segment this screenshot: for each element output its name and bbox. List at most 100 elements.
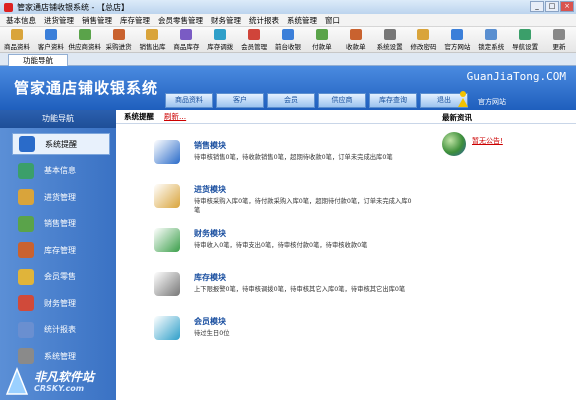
menu-item-5[interactable]: 财务管理 [207, 15, 245, 26]
sidebar-title: 功能导航 [0, 110, 116, 128]
sidebar-item-label: 系统管理 [44, 351, 76, 361]
system-title: 管家通店铺收银系统 [14, 79, 159, 97]
toolbar-icon [78, 29, 91, 40]
sidebar-item-label: 基本信息 [44, 166, 76, 175]
toolbar-label: 销售出库 [139, 43, 166, 51]
news-box: 暂无公告! [442, 132, 503, 156]
refresh-link[interactable]: 刷新... [164, 111, 186, 122]
header-tab-3[interactable]: 供应商 [318, 93, 366, 108]
app-icon [4, 2, 13, 12]
site-url: GuanJiaTong.COM [466, 70, 566, 83]
toolbar-label: 供应商资料 [68, 43, 101, 51]
menu-item-1[interactable]: 进货管理 [40, 15, 78, 26]
sidebar-icon [18, 321, 34, 338]
sidebar-item-label: 销售管理 [44, 219, 76, 228]
sidebar-item-label: 会员零售 [44, 272, 76, 281]
header-tab-1[interactable]: 客户 [216, 93, 264, 108]
toolbar-label: 采购进货 [105, 43, 132, 51]
toolbar-button-5[interactable]: 商品库存 [169, 27, 203, 52]
header-nav: 商品资料 客户 会员 供应商 库存查询 退出 [165, 93, 468, 108]
toolbar-button-8[interactable]: 前台收银 [271, 27, 305, 52]
main-header: 系统提醒 刷新... [116, 110, 576, 124]
person-icon[interactable] [456, 90, 470, 108]
toolbar-label: 会员管理 [241, 43, 268, 51]
menu-item-0[interactable]: 基本信息 [2, 15, 40, 26]
toolbar-button-2[interactable]: 供应商资料 [68, 27, 102, 52]
globe-icon [442, 132, 466, 156]
module-title[interactable]: 库存模块 [194, 272, 226, 283]
toolbar-button-11[interactable]: 系统设置 [373, 27, 407, 52]
toolbar-icon [315, 29, 328, 40]
toolbar-button-0[interactable]: 商品资料 [0, 27, 34, 52]
toolbar-button-7[interactable]: 会员管理 [237, 27, 271, 52]
toolbar-button-12[interactable]: 修改密码 [407, 27, 441, 52]
toolbar-label: 导航设置 [512, 43, 539, 51]
sidebar-item-0[interactable]: 系统提醒 [12, 133, 110, 155]
header-tab-2[interactable]: 会员 [267, 93, 315, 108]
watermark-logo-icon [5, 366, 29, 395]
sidebar-item-8[interactable]: 系统管理 [12, 345, 110, 367]
sidebar-item-label: 库存管理 [44, 245, 76, 255]
sidebar-icon [18, 162, 34, 179]
toolbar-button-15[interactable]: 导航设置 [508, 27, 542, 52]
module-line: 待审核销售0笔，待收款销售0笔，超期待收款0笔，订单未完成出库0笔 [194, 154, 393, 161]
minimize-button[interactable]: _ [530, 1, 544, 12]
menu-item-7[interactable]: 系统管理 [283, 15, 321, 26]
window-title: 管家通店铺收银系统 - 【总店】 [17, 2, 129, 12]
toolbar-icon [146, 29, 159, 40]
toolbar-button-6[interactable]: 库存调拨 [203, 27, 237, 52]
members-icon [154, 316, 180, 340]
toolbar-label: 商品资料 [3, 43, 30, 51]
official-site-link[interactable]: 官方网站 [478, 97, 506, 107]
toolbar-button-3[interactable]: 采购进货 [102, 27, 136, 52]
menu-item-4[interactable]: 会员零售管理 [154, 15, 207, 26]
module-title[interactable]: 销售模块 [194, 140, 226, 151]
sidebar-icon [18, 242, 34, 258]
notice-link[interactable]: 暂无公告! [472, 136, 503, 146]
sidebar-item-2[interactable]: 进货管理 [12, 186, 110, 208]
sidebar-item-3[interactable]: 销售管理 [12, 213, 110, 235]
book-icon [154, 140, 180, 164]
toolbar-button-4[interactable]: 销售出库 [136, 27, 170, 52]
toolbar-label: 前台收银 [274, 43, 301, 51]
menu-item-8[interactable]: 窗口 [321, 15, 344, 26]
toolbar-icon [180, 29, 193, 40]
module-title[interactable]: 财务模块 [194, 228, 226, 239]
module-title[interactable]: 会员模块 [194, 316, 226, 327]
sidebar-item-7[interactable]: 统计报表 [12, 319, 110, 341]
tab-function-nav[interactable]: 功能导航 [8, 54, 68, 66]
sidebar-item-5[interactable]: 会员零售 [12, 266, 110, 288]
menu-item-6[interactable]: 统计报表 [245, 15, 283, 26]
sidebar-item-label: 进货管理 [44, 192, 76, 202]
toolbar-label: 更新 [552, 43, 566, 51]
module-line: 上下限报警0笔，待审核调拨0笔，待审核其它入库0笔，待审核其它出库0笔 [194, 286, 406, 293]
toolbar-icon [383, 29, 396, 40]
toolbar-button-9[interactable]: 付款单 [305, 27, 339, 52]
toolbar-button-10[interactable]: 收款单 [339, 27, 373, 52]
toolbar-button-14[interactable]: 锁定系统 [474, 27, 508, 52]
sidebar-item-4[interactable]: 库存管理 [12, 239, 110, 261]
sidebar-item-6[interactable]: 财务管理 [12, 292, 110, 314]
sidebar-icon [18, 189, 34, 205]
module-line: 待审核采购入库0笔，待付款采购入库0笔，超期待付款0笔，订单未完成入库0 [194, 198, 412, 205]
close-button[interactable]: × [560, 1, 574, 12]
menu-item-3[interactable]: 库存管理 [116, 15, 154, 26]
header-tab-0[interactable]: 商品资料 [165, 93, 213, 108]
menu-item-2[interactable]: 销售管理 [78, 15, 116, 26]
toolbar-label: 收款单 [345, 43, 366, 51]
header-tab-4[interactable]: 库存查询 [369, 93, 417, 108]
title-bar: 管家通店铺收银系统 - 【总店】 _ □ × [0, 0, 576, 14]
module-title[interactable]: 进货模块 [194, 184, 226, 195]
main-panel: 系统提醒 刷新... 最新资讯 销售模块 待审核销售0笔，待收款销售0笔，超期待收… [116, 110, 576, 400]
module-line: 笔 [194, 207, 201, 214]
toolbar-button-1[interactable]: 客户资料 [34, 27, 68, 52]
toolbar-icon [417, 29, 430, 40]
toolbar-icon [451, 29, 464, 40]
sidebar-item-1[interactable]: 基本信息 [12, 160, 110, 182]
toolbar-button-13[interactable]: 官方网站 [440, 27, 474, 52]
maximize-button[interactable]: □ [545, 1, 559, 12]
toolbar-icon [112, 29, 125, 40]
toolbar-icon [552, 29, 565, 40]
toolbar-button-16[interactable]: 更新 [542, 27, 576, 52]
sidebar-icon [19, 136, 35, 152]
